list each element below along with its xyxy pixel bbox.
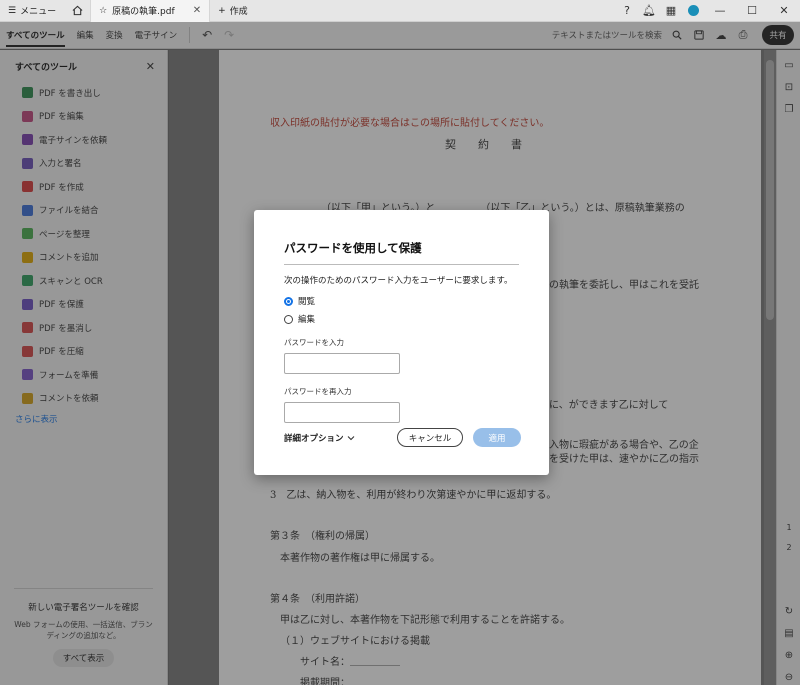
hamburger-icon: ☰	[8, 5, 17, 16]
menu-button[interactable]: ☰ メニュー	[0, 0, 64, 22]
radio-label: 編集	[298, 315, 316, 325]
home-icon	[72, 5, 83, 16]
password-label: パスワードを入力	[284, 338, 344, 347]
title-bar: ☰ メニュー ☆ 原稿の執筆.pdf ✕ + 作成 ? 🔔︎ ▦ — ☐ ✕	[0, 0, 800, 22]
new-tab-label: 作成	[229, 7, 248, 17]
password-confirm-label: パスワードを再入力	[284, 387, 352, 396]
minimize-icon[interactable]: —	[704, 0, 736, 22]
radio-checked-icon[interactable]	[284, 296, 293, 306]
document-tab[interactable]: ☆ 原稿の執筆.pdf ✕	[90, 0, 211, 22]
password-dialog: パスワードを使用して保護 次の操作のためのパスワード入力をユーザーに要求します。…	[254, 210, 549, 475]
radio-label: 閲覧	[298, 297, 316, 307]
maximize-icon[interactable]: ☐	[736, 0, 768, 22]
plus-icon: +	[218, 5, 226, 16]
close-tab-icon[interactable]: ✕	[193, 5, 201, 16]
menu-label: メニュー	[20, 7, 57, 17]
help-icon[interactable]: ?	[616, 0, 638, 22]
avatar[interactable]	[682, 0, 704, 22]
radio-option-view[interactable]: 閲覧	[284, 295, 519, 307]
home-button[interactable]	[64, 0, 90, 22]
star-icon[interactable]: ☆	[99, 6, 107, 16]
advanced-options-label: 詳細オプション	[284, 433, 344, 444]
tab-title: 原稿の執筆.pdf	[112, 7, 175, 17]
password-confirm-field[interactable]	[284, 402, 400, 423]
new-tab-button[interactable]: + 作成	[210, 4, 256, 18]
radio-unchecked-icon[interactable]	[284, 314, 293, 324]
dialog-title: パスワードを使用して保護	[284, 240, 519, 265]
apply-button[interactable]: 適用	[473, 428, 521, 447]
bell-icon[interactable]: 🔔︎	[638, 0, 660, 22]
chevron-down-icon	[347, 435, 354, 440]
advanced-options-toggle[interactable]: 詳細オプション	[284, 432, 355, 444]
apps-grid-icon[interactable]: ▦	[660, 0, 682, 22]
radio-option-edit[interactable]: 編集	[284, 313, 519, 325]
password-field[interactable]	[284, 353, 400, 374]
dialog-description: 次の操作のためのパスワード入力をユーザーに要求します。	[284, 276, 513, 286]
cancel-button[interactable]: キャンセル	[397, 428, 463, 447]
close-window-icon[interactable]: ✕	[768, 0, 800, 22]
